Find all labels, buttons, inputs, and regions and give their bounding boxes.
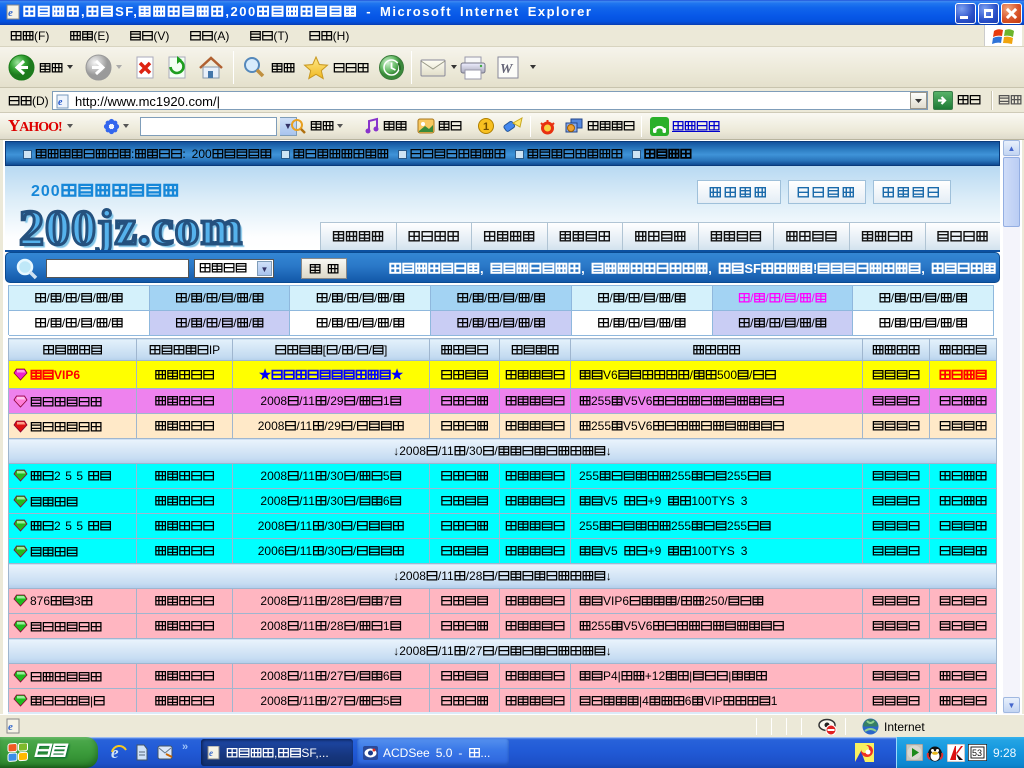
svg-text:e: e	[8, 7, 13, 19]
svg-text:1: 1	[483, 121, 489, 133]
svg-text:53: 53	[972, 748, 982, 758]
svg-text:e: e	[209, 748, 213, 758]
svg-text:W: W	[500, 62, 514, 77]
svg-text:e: e	[58, 97, 63, 108]
svg-text:e: e	[8, 721, 13, 733]
